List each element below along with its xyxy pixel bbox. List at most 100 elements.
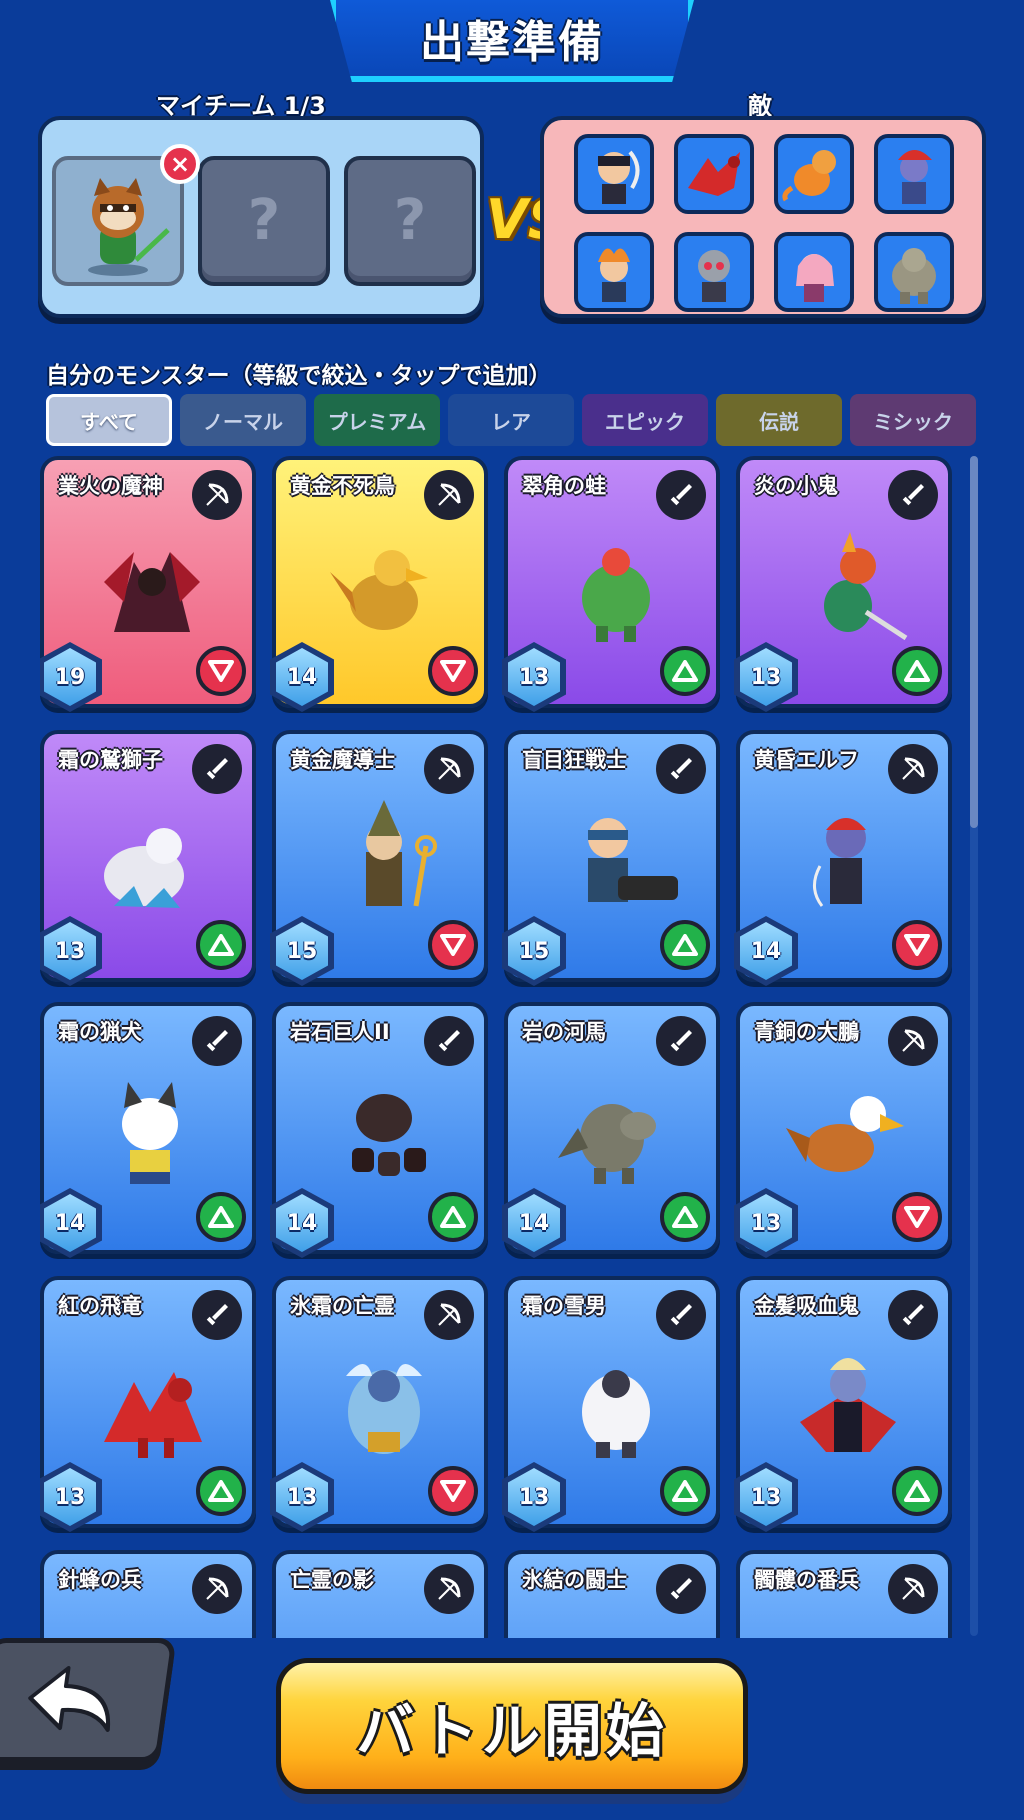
empty-slot-question-icon: ? [247,188,281,253]
level-value: 13 [740,1194,792,1252]
monster-portrait-icon [104,828,184,908]
bow-icon [192,470,242,520]
level-value: 15 [276,922,328,980]
stronger-arrow-up-icon [428,1192,478,1242]
sword-icon [656,1016,706,1066]
filter-rare[interactable]: レア [448,394,574,446]
team-slot-2[interactable]: ? [198,156,330,286]
enemy-red-dragon [674,134,754,214]
enemy-pink-girl-icon [796,254,834,302]
monster-name: 髑髏の番兵 [754,1568,859,1592]
level-value: 13 [44,1468,96,1526]
monster-card[interactable]: 霜の雪男 13 [502,1276,720,1532]
sword-icon [888,1290,938,1340]
page-title: 出撃準備 [420,17,604,68]
level-value: 13 [508,648,560,706]
monster-name: 黄昏エルフ [754,748,859,772]
monster-name: 業火の魔神 [58,474,163,498]
monster-name: 針蜂の兵 [58,1568,142,1592]
monster-grid[interactable]: 業火の魔神 19 黄金不死鳥 14 翠角の蛙 13 炎の小鬼 13 霜の鷲獅子 13 黄金魔導士 15… [40,452,960,1638]
remove-member-button[interactable]: × [160,144,200,184]
level-badge: 13 [734,1462,798,1532]
monster-card[interactable]: 霜の猟犬 14 [40,1002,256,1258]
level-badge: 13 [502,1462,566,1532]
monster-card[interactable]: 青銅の大鵬 13 [734,1002,952,1258]
bow-icon [424,1290,474,1340]
scrollbar-thumb[interactable] [970,456,978,828]
sword-icon [656,470,706,520]
monster-card[interactable]: 金髪吸血鬼 13 [734,1276,952,1532]
monster-name: 氷霜の亡霊 [290,1294,395,1318]
team-slot-3[interactable]: ? [344,156,476,286]
monster-portrait-icon [352,1094,426,1176]
stronger-arrow-up-icon [892,646,942,696]
bow-icon [424,1564,474,1614]
monster-name: 紅の飛竜 [58,1294,142,1318]
monster-card[interactable]: 黄金魔導士 15 [270,730,488,986]
monster-card[interactable]: 氷結の闘士 [504,1550,720,1638]
filter-all[interactable]: すべて [46,394,172,446]
weaker-arrow-down-icon [428,920,478,970]
monster-card[interactable]: 盲目狂戦士 15 [502,730,720,986]
monster-name: 盲目狂戦士 [522,748,627,772]
level-value: 14 [276,648,328,706]
level-value: 13 [276,1468,328,1526]
start-battle-button[interactable]: バトル開始 [276,1658,748,1794]
level-badge: 14 [40,1188,102,1258]
stronger-arrow-up-icon [196,920,246,970]
level-badge: 13 [270,1462,334,1532]
enemy-panel [540,116,986,318]
enemy-ninja [574,134,654,214]
filter-mythic[interactable]: ミシック [850,394,976,446]
monster-name: 霜の鷲獅子 [58,748,163,772]
weaker-arrow-down-icon [196,646,246,696]
monster-portrait-icon [104,1372,202,1458]
filter-premium[interactable]: プレミアム [314,394,440,446]
monster-portrait-icon [786,1096,904,1172]
weaker-arrow-down-icon [892,1192,942,1242]
monster-portrait-icon [84,1616,220,1638]
monster-card[interactable]: 翠角の蛙 13 [502,456,720,712]
monster-name: 氷結の闘士 [522,1568,627,1592]
filter-epic[interactable]: エピック [582,394,708,446]
enemy-red-dragon-icon [688,152,740,196]
filter-legend[interactable]: 伝説 [716,394,842,446]
monster-card[interactable]: 髑髏の番兵 [736,1550,952,1638]
stronger-arrow-up-icon [892,1466,942,1516]
monster-card[interactable]: 亡霊の影 [272,1550,488,1638]
monster-card[interactable]: 針蜂の兵 [40,1550,256,1638]
monster-card[interactable]: 黄金不死鳥 14 [270,456,488,712]
monster-portrait-icon [780,1616,916,1638]
sword-icon [192,1016,242,1066]
monster-card[interactable]: 紅の飛竜 13 [40,1276,256,1532]
monster-card[interactable]: 岩石巨人II 14 [270,1002,488,1258]
monster-portrait-icon [346,1364,422,1454]
monster-card[interactable]: 黄昏エルフ 14 [734,730,952,986]
filter-normal[interactable]: ノーマル [180,394,306,446]
monster-card[interactable]: 氷霜の亡霊 13 [270,1276,488,1532]
level-value: 14 [740,922,792,980]
monster-portrait-icon [548,1616,684,1638]
monster-portrait-icon [582,1370,650,1458]
monster-card[interactable]: 炎の小鬼 13 [734,456,952,712]
back-button[interactable] [0,1638,177,1762]
enemy-grey-knight-icon [698,250,730,302]
monster-card[interactable]: 霜の鷲獅子 13 [40,730,256,986]
monster-portrait-icon [582,548,650,642]
my-team-panel: × ? ? [38,116,484,318]
monster-card[interactable]: 岩の河馬 14 [502,1002,720,1258]
level-badge: 13 [734,1188,798,1258]
level-badge: 14 [734,916,798,986]
level-badge: 14 [270,642,334,712]
monster-card[interactable]: 業火の魔神 19 [40,456,256,712]
monster-name: 岩石巨人II [290,1020,390,1044]
weaker-arrow-down-icon [892,920,942,970]
monster-portrait-icon [813,818,866,907]
weaker-arrow-down-icon [428,1466,478,1516]
enemy-grey-knight [674,232,754,312]
enemy-orange-dino [774,134,854,214]
raccoon-warrior-icon [88,178,170,276]
level-value: 14 [508,1194,560,1252]
level-badge: 13 [40,916,102,986]
bow-icon [888,744,938,794]
